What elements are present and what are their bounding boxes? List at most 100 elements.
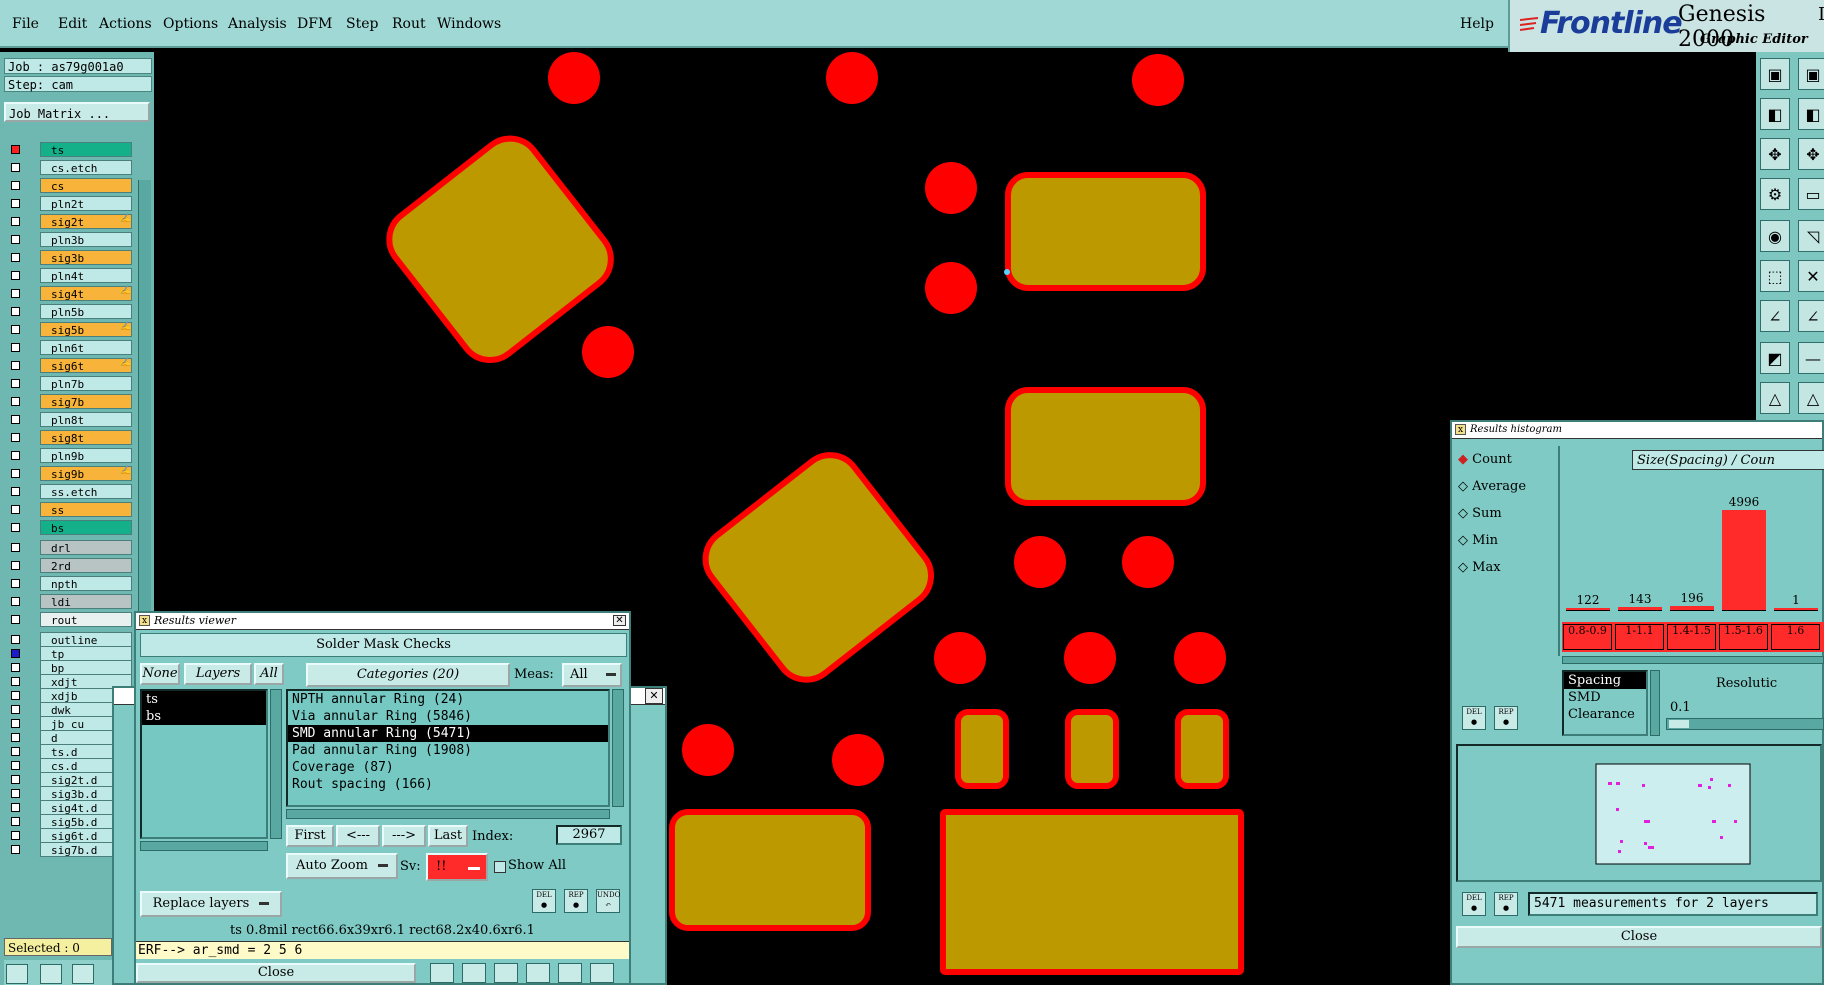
layer-checkbox[interactable] [11,733,20,742]
layer-row[interactable]: drl [8,540,132,555]
layer-name[interactable]: bs [40,520,132,535]
layer-checkbox[interactable] [11,789,20,798]
toolbar-icon[interactable]: ∠ [1760,300,1790,332]
layer-checkbox[interactable] [11,761,20,770]
layer-name[interactable]: bp [40,660,132,675]
histogram-bin-label[interactable]: 1.5-1.6 [1719,624,1768,650]
layer-row[interactable]: tp [8,646,132,661]
layer-name[interactable]: ss.etch [40,484,132,499]
histogram-bar[interactable] [1722,510,1766,611]
measure-item-selected[interactable]: Spacing [1564,672,1646,689]
tool-icon[interactable] [462,963,486,983]
layer-checkbox[interactable] [11,469,20,478]
layer-list-hscroll[interactable] [140,841,268,851]
layer-row[interactable]: ts [8,142,132,157]
measure-list[interactable]: Spacing SMD Clearance [1562,670,1648,736]
category-item-selected[interactable]: SMD annular Ring (5471) [288,725,608,742]
layer-row[interactable]: sig9b✍ [8,466,132,481]
layer-checkbox[interactable] [11,597,20,606]
layer-checkbox[interactable] [11,217,20,226]
layer-checkbox[interactable] [11,635,20,644]
mode-count[interactable]: ◆ Count [1458,452,1512,467]
histogram-hscroll[interactable] [1562,656,1824,664]
layer-checkbox[interactable] [11,451,20,460]
layer-checkbox[interactable] [11,747,20,756]
layer-checkbox[interactable] [11,845,20,854]
rep-icon[interactable]: REP ● [1494,892,1518,916]
layer-row[interactable]: sig5b✍ [8,322,132,337]
layer-checkbox[interactable] [11,615,20,624]
histogram-bin-label[interactable]: 0.8-0.9 [1563,624,1612,650]
select-tool-icon[interactable] [6,964,28,984]
rep-icon[interactable]: REP ● [564,889,588,913]
categories-button[interactable]: Categories (20) [306,663,510,687]
layer-name[interactable]: ss [40,502,132,517]
layer-checkbox[interactable] [11,289,20,298]
layers-button[interactable]: Layers [184,663,252,685]
layer-name[interactable]: cs.etch [40,160,132,175]
layer-checkbox[interactable] [11,691,20,700]
layer-checkbox[interactable] [11,719,20,728]
layer-checkbox[interactable] [11,343,20,352]
layer-row[interactable]: sig4t.d [8,800,132,815]
layer-checkbox[interactable] [11,505,20,514]
tool-icon[interactable] [526,963,550,983]
del-icon[interactable]: DEL ● [1462,706,1486,730]
layer-row[interactable]: pln6t [8,340,132,355]
layer-name[interactable]: pln2t [40,196,132,211]
measure-item[interactable]: Clearance [1564,706,1646,723]
layer-checkbox[interactable] [11,253,20,262]
layer-name[interactable]: sig2t [40,214,132,229]
layer-checkbox[interactable] [11,181,20,190]
histogram-bar[interactable] [1670,606,1714,611]
layer-checkbox[interactable] [11,487,20,496]
meas-select[interactable]: All [562,663,622,687]
tool-icon[interactable] [590,963,614,983]
layer-row[interactable]: sig2t.d [8,772,132,787]
layer-name[interactable]: sig4t [40,286,132,301]
toolbar-icon[interactable]: ▣ [1760,58,1790,90]
prev-button[interactable]: <--- [336,825,380,847]
layer-checkbox[interactable] [11,579,20,588]
toolbar-icon[interactable]: ▣ [1798,58,1824,90]
layer-checkbox[interactable] [11,649,20,658]
category-vscroll[interactable] [612,689,624,807]
toolbar-icon[interactable]: ∠ [1798,300,1824,332]
layer-result-list[interactable]: ts bs [140,689,268,839]
del-icon[interactable]: DEL ● [1462,892,1486,916]
layer-row[interactable]: pln3b [8,232,132,247]
layer-checkbox[interactable] [11,775,20,784]
category-item[interactable]: Via annular Ring (5846) [288,708,608,725]
layer-checkbox[interactable] [11,235,20,244]
toolbar-icon[interactable]: ⚙ [1760,178,1790,210]
menu-windows[interactable]: Windows [437,16,501,32]
layer-row[interactable]: sig7b [8,394,132,409]
toolbar-icon[interactable]: △ [1798,382,1824,414]
layer-row[interactable]: cs [8,178,132,193]
mode-sum[interactable]: ◇ Sum [1458,506,1502,521]
layer-row[interactable]: ts.d [8,744,132,759]
layer-checkbox[interactable] [11,199,20,208]
measure-item[interactable]: SMD [1564,689,1646,706]
layer-row[interactable]: sig8t [8,430,132,445]
layer-row[interactable]: jb_cu [8,716,132,731]
layer-row[interactable]: pln9b [8,448,132,463]
toolbar-icon[interactable]: ▭ [1798,178,1824,210]
index-input[interactable]: 2967 [556,825,622,845]
layer-row[interactable]: pln2t [8,196,132,211]
toolbar-icon[interactable]: ✥ [1760,138,1790,170]
category-item[interactable]: Rout spacing (166) [288,776,608,793]
layer-checkbox[interactable] [11,705,20,714]
layer-checkbox[interactable] [11,415,20,424]
layer-row[interactable]: sig5b.d [8,814,132,829]
mode-max[interactable]: ◇ Max [1458,560,1501,575]
layer-name[interactable]: sig7b [40,394,132,409]
toolbar-icon[interactable]: ◧ [1798,98,1824,130]
menu-options[interactable]: Options [163,16,218,32]
layer-checkbox[interactable] [11,561,20,570]
close-icon[interactable]: ✕ [645,688,663,704]
layer-name[interactable]: sig8t [40,430,132,445]
layer-name[interactable]: pln5b [40,304,132,319]
layer-checkbox[interactable] [11,523,20,532]
layer-row[interactable]: sig7b.d [8,842,132,857]
